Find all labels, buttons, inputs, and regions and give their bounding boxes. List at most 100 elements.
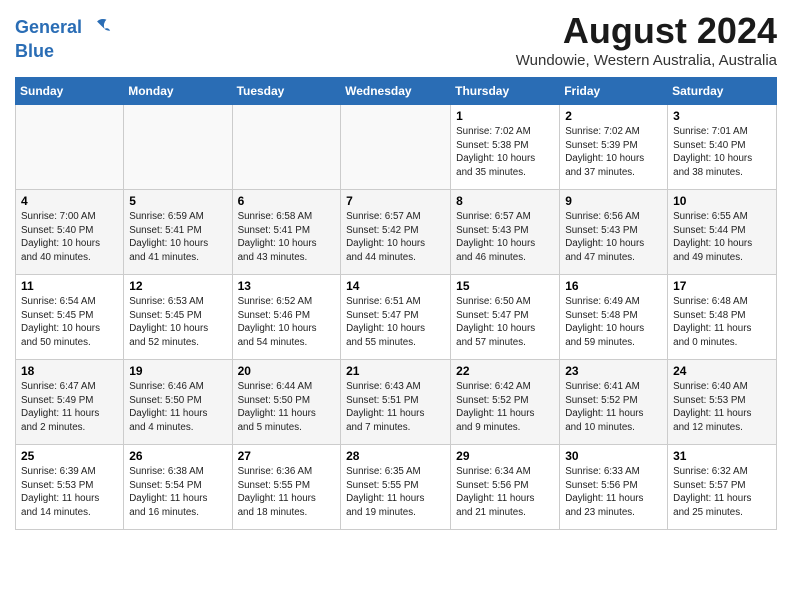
day-info: Sunrise: 6:59 AMSunset: 5:41 PMDaylight:… (129, 210, 226, 265)
logo-icon (84, 14, 112, 42)
day-info: Sunrise: 6:33 AMSunset: 5:56 PMDaylight:… (565, 465, 662, 520)
day-info: Sunrise: 6:58 AMSunset: 5:41 PMDaylight:… (238, 210, 336, 265)
day-info: Sunrise: 6:43 AMSunset: 5:51 PMDaylight:… (346, 380, 445, 435)
day-info: Sunrise: 6:44 AMSunset: 5:50 PMDaylight:… (238, 380, 336, 435)
logo-text-line2: Blue (15, 42, 112, 62)
day-info: Sunrise: 6:40 AMSunset: 5:53 PMDaylight:… (673, 380, 771, 435)
calendar-cell: 22 Sunrise: 6:42 AMSunset: 5:52 PMDayligh… (451, 360, 560, 445)
calendar-cell: 12 Sunrise: 6:53 AMSunset: 5:45 PMDayligh… (124, 275, 232, 360)
day-info: Sunrise: 7:02 AMSunset: 5:39 PMDaylight:… (565, 125, 662, 180)
day-info: Sunrise: 6:39 AMSunset: 5:53 PMDaylight:… (21, 465, 118, 520)
calendar-cell: 30 Sunrise: 6:33 AMSunset: 5:56 PMDayligh… (560, 445, 668, 530)
calendar-cell: 6 Sunrise: 6:58 AMSunset: 5:41 PMDaylight… (232, 190, 341, 275)
calendar-cell: 13 Sunrise: 6:52 AMSunset: 5:46 PMDayligh… (232, 275, 341, 360)
day-number: 28 (346, 449, 445, 463)
day-info: Sunrise: 6:51 AMSunset: 5:47 PMDaylight:… (346, 295, 445, 350)
calendar-cell: 15 Sunrise: 6:50 AMSunset: 5:47 PMDayligh… (451, 275, 560, 360)
day-number: 6 (238, 194, 336, 208)
calendar-cell: 2 Sunrise: 7:02 AMSunset: 5:39 PMDaylight… (560, 105, 668, 190)
calendar-week-4: 25 Sunrise: 6:39 AMSunset: 5:53 PMDayligh… (16, 445, 777, 530)
day-info: Sunrise: 6:50 AMSunset: 5:47 PMDaylight:… (456, 295, 554, 350)
calendar-cell: 8Sunrise: 6:57 AMSunset: 5:43 PMDaylight… (451, 190, 560, 275)
calendar-cell: 19Sunrise: 6:46 AMSunset: 5:50 PMDayligh… (124, 360, 232, 445)
calendar-cell: 29Sunrise: 6:34 AMSunset: 5:56 PMDayligh… (451, 445, 560, 530)
day-number: 21 (346, 364, 445, 378)
day-number: 14 (346, 279, 445, 293)
day-number: 25 (21, 449, 118, 463)
day-number: 10 (673, 194, 771, 208)
header-cell-tuesday: Tuesday (232, 78, 341, 105)
calendar-cell: 18 Sunrise: 6:47 AMSunset: 5:49 PMDayligh… (16, 360, 124, 445)
calendar-cell: 20 Sunrise: 6:44 AMSunset: 5:50 PMDayligh… (232, 360, 341, 445)
day-info: Sunrise: 6:52 AMSunset: 5:46 PMDaylight:… (238, 295, 336, 350)
day-number: 27 (238, 449, 336, 463)
calendar-cell: 5 Sunrise: 6:59 AMSunset: 5:41 PMDaylight… (124, 190, 232, 275)
day-number: 23 (565, 364, 662, 378)
day-number: 18 (21, 364, 118, 378)
page-header: General Blue August 2024 Wundowie, Weste… (15, 10, 777, 69)
logo-text-line1: General (15, 18, 82, 38)
calendar-cell: 16Sunrise: 6:49 AMSunset: 5:48 PMDayligh… (560, 275, 668, 360)
day-number: 13 (238, 279, 336, 293)
calendar-cell (232, 105, 341, 190)
day-info: Sunrise: 6:32 AMSunset: 5:57 PMDaylight:… (673, 465, 771, 520)
calendar-cell: 31 Sunrise: 6:32 AMSunset: 5:57 PMDayligh… (668, 445, 777, 530)
day-number: 12 (129, 279, 226, 293)
day-number: 9 (565, 194, 662, 208)
day-number: 19 (129, 364, 226, 378)
calendar-header-row: SundayMondayTuesdayWednesdayThursdayFrid… (16, 78, 777, 105)
calendar-cell: 7 Sunrise: 6:57 AMSunset: 5:42 PMDaylight… (341, 190, 451, 275)
day-number: 3 (673, 109, 771, 123)
day-info: Sunrise: 6:41 AMSunset: 5:52 PMDaylight:… (565, 380, 662, 435)
header-cell-sunday: Sunday (16, 78, 124, 105)
calendar-cell (124, 105, 232, 190)
calendar-week-0: 1Sunrise: 7:02 AMSunset: 5:38 PMDaylight… (16, 105, 777, 190)
day-info: Sunrise: 7:02 AMSunset: 5:38 PMDaylight:… (456, 125, 554, 180)
month-title: August 2024 (516, 10, 777, 52)
calendar-body: 1Sunrise: 7:02 AMSunset: 5:38 PMDaylight… (16, 105, 777, 530)
calendar-cell: 4Sunrise: 7:00 AMSunset: 5:40 PMDaylight… (16, 190, 124, 275)
calendar-cell: 21 Sunrise: 6:43 AMSunset: 5:51 PMDayligh… (341, 360, 451, 445)
calendar-cell: 14 Sunrise: 6:51 AMSunset: 5:47 PMDayligh… (341, 275, 451, 360)
day-number: 20 (238, 364, 336, 378)
day-number: 7 (346, 194, 445, 208)
calendar-cell: 25 Sunrise: 6:39 AMSunset: 5:53 PMDayligh… (16, 445, 124, 530)
day-number: 16 (565, 279, 662, 293)
day-number: 2 (565, 109, 662, 123)
header-cell-friday: Friday (560, 78, 668, 105)
day-info: Sunrise: 6:35 AMSunset: 5:55 PMDaylight:… (346, 465, 445, 520)
day-number: 4 (21, 194, 118, 208)
calendar-cell: 10Sunrise: 6:55 AMSunset: 5:44 PMDayligh… (668, 190, 777, 275)
day-info: Sunrise: 6:42 AMSunset: 5:52 PMDaylight:… (456, 380, 554, 435)
day-number: 5 (129, 194, 226, 208)
title-section: August 2024 Wundowie, Western Australia,… (516, 10, 777, 69)
header-cell-wednesday: Wednesday (341, 78, 451, 105)
day-number: 11 (21, 279, 118, 293)
day-number: 30 (565, 449, 662, 463)
calendar-cell: 17Sunrise: 6:48 AMSunset: 5:48 PMDayligh… (668, 275, 777, 360)
location-title: Wundowie, Western Australia, Australia (516, 52, 777, 69)
calendar-cell: 27 Sunrise: 6:36 AMSunset: 5:55 PMDayligh… (232, 445, 341, 530)
day-number: 8 (456, 194, 554, 208)
day-number: 22 (456, 364, 554, 378)
calendar-cell (16, 105, 124, 190)
calendar-cell (341, 105, 451, 190)
calendar-week-2: 11 Sunrise: 6:54 AMSunset: 5:45 PMDayligh… (16, 275, 777, 360)
calendar-cell: 23 Sunrise: 6:41 AMSunset: 5:52 PMDayligh… (560, 360, 668, 445)
day-info: Sunrise: 6:54 AMSunset: 5:45 PMDaylight:… (21, 295, 118, 350)
header-cell-thursday: Thursday (451, 78, 560, 105)
day-info: Sunrise: 6:56 AMSunset: 5:43 PMDaylight:… (565, 210, 662, 265)
day-number: 15 (456, 279, 554, 293)
calendar-table: SundayMondayTuesdayWednesdayThursdayFrid… (15, 77, 777, 530)
day-info: Sunrise: 6:34 AMSunset: 5:56 PMDaylight:… (456, 465, 554, 520)
calendar-cell: 1Sunrise: 7:02 AMSunset: 5:38 PMDaylight… (451, 105, 560, 190)
day-info: Sunrise: 6:57 AMSunset: 5:42 PMDaylight:… (346, 210, 445, 265)
day-info: Sunrise: 6:53 AMSunset: 5:45 PMDaylight:… (129, 295, 226, 350)
day-number: 24 (673, 364, 771, 378)
day-info: Sunrise: 6:47 AMSunset: 5:49 PMDaylight:… (21, 380, 118, 435)
day-number: 31 (673, 449, 771, 463)
header-cell-saturday: Saturday (668, 78, 777, 105)
calendar-week-3: 18 Sunrise: 6:47 AMSunset: 5:49 PMDayligh… (16, 360, 777, 445)
day-info: Sunrise: 6:48 AMSunset: 5:48 PMDaylight:… (673, 295, 771, 350)
day-info: Sunrise: 6:36 AMSunset: 5:55 PMDaylight:… (238, 465, 336, 520)
